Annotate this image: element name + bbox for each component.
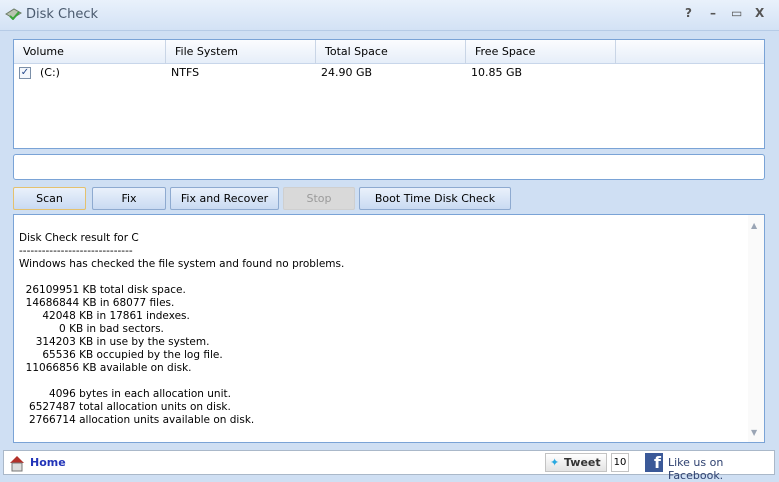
twitter-bird-icon: ✦ — [550, 456, 560, 469]
tweet-button[interactable]: ✦ Tweet — [545, 453, 607, 472]
home-link[interactable]: Home — [30, 456, 66, 469]
boot-time-disk-check-button[interactable]: Boot Time Disk Check — [359, 187, 511, 210]
help-button[interactable]: ? — [685, 6, 692, 20]
total-space-cell: 24.90 GB — [321, 66, 373, 79]
column-free-space[interactable]: Free Space — [466, 40, 616, 64]
status-bar: Home ✦ Tweet 10 f Like us on Facebook. — [3, 450, 775, 482]
list-header: Volume File System Total Space Free Spac… — [14, 40, 764, 64]
title-bar: Disk Check ? – ▭ X — [0, 0, 779, 31]
free-space-cell: 10.85 GB — [471, 66, 523, 79]
scroll-down-icon[interactable]: ▼ — [751, 428, 757, 437]
window-title: Disk Check — [26, 7, 99, 22]
output-panel[interactable]: Disk Check result for C ----------------… — [13, 214, 765, 443]
stop-button[interactable]: Stop — [283, 187, 355, 210]
column-volume[interactable]: Volume — [14, 40, 166, 64]
fix-button[interactable]: Fix — [92, 187, 166, 210]
minimize-button[interactable]: – — [710, 6, 716, 20]
maximize-button[interactable]: ▭ — [731, 6, 742, 20]
column-total-space[interactable]: Total Space — [316, 40, 466, 64]
volume-cell: (C:) — [40, 66, 60, 79]
disk-check-icon — [5, 8, 22, 20]
fix-and-recover-button[interactable]: Fix and Recover — [170, 187, 279, 210]
scrollbar[interactable]: ▲ ▼ — [748, 215, 764, 442]
close-button[interactable]: X — [755, 6, 764, 20]
tweet-label: Tweet — [564, 456, 601, 469]
table-row[interactable]: ✓ (C:) NTFS 24.90 GB 10.85 GB — [14, 64, 764, 82]
facebook-icon[interactable]: f — [645, 453, 663, 472]
file-system-cell: NTFS — [171, 66, 200, 79]
volume-checkbox[interactable]: ✓ — [19, 67, 31, 79]
column-file-system[interactable]: File System — [166, 40, 316, 64]
scan-button[interactable]: Scan — [13, 187, 86, 210]
facebook-link[interactable]: Like us on Facebook. — [668, 456, 774, 482]
home-icon — [10, 456, 24, 472]
scroll-up-icon[interactable]: ▲ — [751, 221, 757, 230]
progress-bar — [13, 154, 765, 180]
output-text: Disk Check result for C ----------------… — [19, 232, 345, 426]
tweet-count: 10 — [611, 453, 629, 472]
volume-list[interactable]: Volume File System Total Space Free Spac… — [13, 39, 765, 149]
